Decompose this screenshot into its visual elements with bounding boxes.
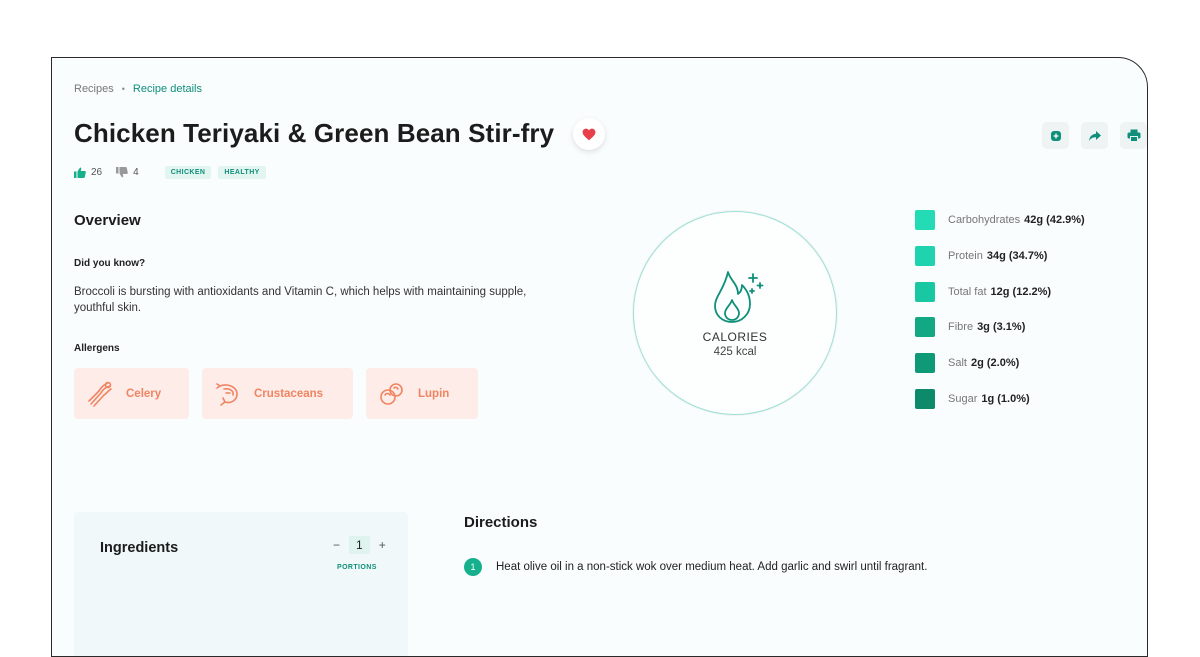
add-to-list-button[interactable] [1042,122,1069,149]
allergen-label: Celery [126,387,162,400]
share-button[interactable] [1081,122,1108,149]
calories-label: CALORIES [702,330,768,344]
nutrient-fibre: Fibre 3g (3.1%) [915,317,1085,338]
directions-heading: Directions [464,514,538,531]
breadcrumb-recipe-details[interactable]: Recipe details [133,83,202,95]
breadcrumb-separator: • [121,84,125,94]
nutrient-name: Total fat [948,285,987,298]
did-you-know-label: Did you know? [74,258,146,269]
tag-chicken[interactable]: CHICKEN [164,166,212,179]
direction-step: 1 Heat olive oil in a non-stick wok over… [464,558,927,576]
nutrient-sugar: Sugar 1g (1.0%) [915,388,1085,409]
portions-value[interactable]: 1 [349,536,370,554]
favorite-button[interactable] [573,118,605,150]
celery-icon [88,381,112,407]
nutrient-value: 3g (3.1%) [977,321,1026,334]
step-number: 1 [464,558,482,576]
calories-value: 425 kcal [713,346,757,358]
calories-circle: CALORIES 425 kcal [633,211,837,415]
share-icon [1088,130,1101,141]
nutrient-swatch [915,388,935,409]
like-button[interactable]: 26 [74,167,102,178]
print-icon [1127,129,1140,142]
heart-icon [582,128,596,140]
add-to-list-icon [1050,130,1061,141]
nutrient-value: 34g (34.7%) [986,249,1048,262]
nutrient-value: 2g (2.0%) [970,357,1020,370]
recipe-meta: 26 4 CHICKEN HEALTHY [74,166,266,179]
shrimp-icon [216,382,238,406]
increase-portions-button[interactable]: + [379,538,386,552]
nutrient-protein: Protein 34g (34.7%) [915,245,1085,266]
nutrient-name: Carbohydrates [948,214,1021,226]
tag-healthy[interactable]: HEALTHY [218,166,266,179]
tag-list: CHICKEN HEALTHY [164,166,266,179]
allergen-label: Crustaceans [254,387,324,400]
dislikes-count: 4 [133,167,139,178]
thumbs-up-icon [74,167,86,178]
page-title: Chicken Teriyaki & Green Bean Stir-fry [74,118,555,148]
nutrient-salt: Salt 2g (2.0%) [915,353,1085,374]
breadcrumb-recipes[interactable]: Recipes [74,83,114,95]
nutrient-name: Protein [948,249,983,262]
decrease-portions-button[interactable]: − [333,538,340,552]
breadcrumb: Recipes • Recipe details [74,83,202,95]
lupin-icon [380,382,403,405]
nutrient-swatch [915,353,935,374]
flame-icon [714,271,764,323]
thumbs-down-icon [116,167,128,178]
recipe-details-page: Recipes • Recipe details Chicken Teriyak… [51,57,1148,657]
dislike-button[interactable]: 4 [116,167,139,178]
allergen-list: Celery Crustaceans Lupin [74,368,478,419]
allergen-label: Lupin [418,387,450,400]
allergen-lupin: Lupin [366,368,478,419]
allergens-label: Allergens [74,343,120,354]
top-actions [1042,122,1147,149]
nutrient-value: 42g (42.9%) [1024,214,1085,226]
allergen-crustaceans: Crustaceans [202,368,353,419]
nutrient-value: 1g (1.0%) [981,392,1030,405]
portions-stepper: − 1 + [333,536,386,554]
nutrient-swatch [915,281,935,302]
nutrient-total-fat: Total fat 12g (12.2%) [915,281,1085,302]
nutrient-name: Salt [948,357,967,370]
nutrient-list: Carbohydrates 42g (42.9%) Protein 34g (3… [915,210,1085,425]
ingredients-heading: Ingredients [100,540,179,556]
likes-count: 26 [91,167,103,178]
nutrient-carbohydrates: Carbohydrates 42g (42.9%) [915,210,1085,230]
nutrient-swatch [915,245,935,266]
portions-label: PORTIONS [337,564,377,571]
ingredients-card: Ingredients − 1 + PORTIONS [74,512,408,656]
print-button[interactable] [1120,122,1147,149]
did-you-know-text: Broccoli is bursting with antioxidants a… [74,286,527,314]
nutrient-value: 12g (12.2%) [990,285,1052,298]
nutrient-name: Sugar [948,392,978,405]
overview-heading: Overview [74,212,141,229]
nutrient-swatch [915,210,935,230]
nutrient-name: Fibre [948,321,974,334]
nutrient-swatch [915,317,935,338]
step-text: Heat olive oil in a non-stick wok over m… [496,561,928,573]
allergen-celery: Celery [74,368,189,419]
